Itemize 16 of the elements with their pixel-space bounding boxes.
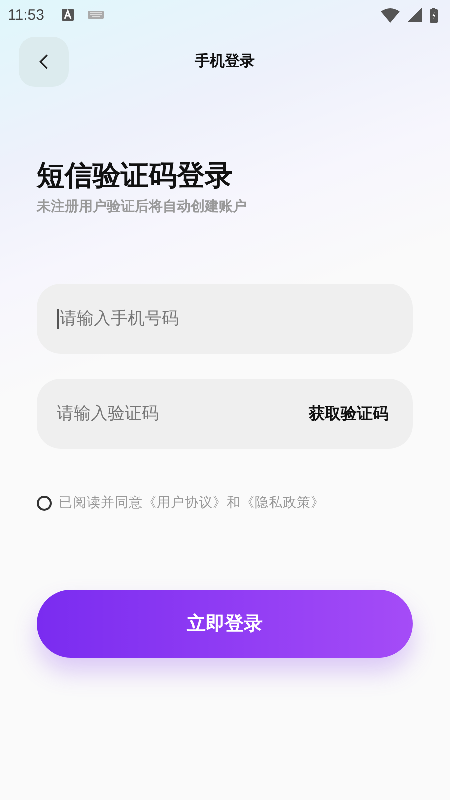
phone-input[interactable]: 请输入手机号码 — [60, 309, 389, 329]
agreement-checkbox[interactable] — [37, 496, 52, 510]
battery-icon — [430, 8, 438, 22]
login-subtitle: 未注册用户验证后将自动创建账户 — [37, 198, 248, 216]
status-time: 11:53 — [8, 6, 44, 24]
agreement-text: 已阅读并同意《用户协议》和《隐私政策》 — [59, 494, 325, 512]
keyboard-a-icon — [62, 9, 74, 21]
login-heading: 短信验证码登录 — [37, 158, 234, 194]
chevron-left-icon — [39, 54, 49, 70]
keyboard-icon — [88, 11, 104, 19]
wifi-icon — [381, 8, 400, 22]
login-button[interactable]: 立即登录 — [37, 590, 413, 658]
code-input[interactable]: 请输入验证码 — [57, 404, 309, 424]
get-code-button[interactable]: 获取验证码 — [309, 404, 389, 424]
page-title: 手机登录 — [195, 52, 255, 70]
signal-icon — [408, 8, 422, 22]
